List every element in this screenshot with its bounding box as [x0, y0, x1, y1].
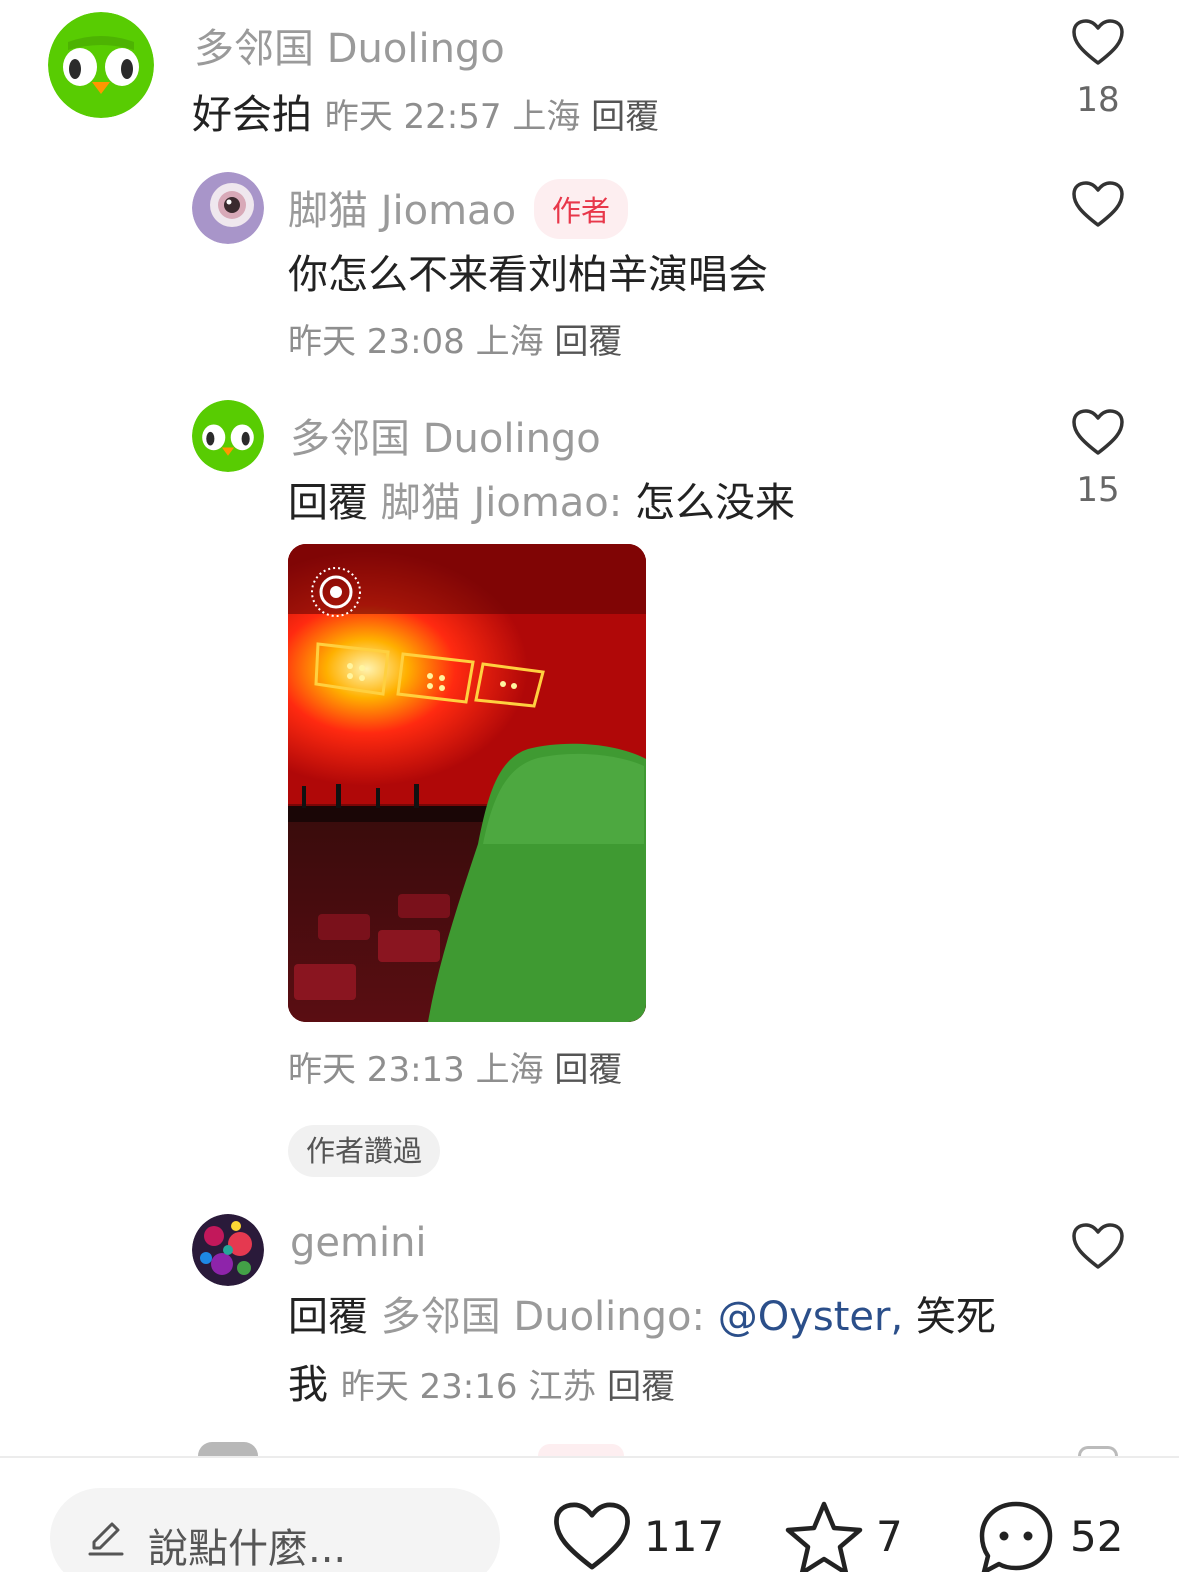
star-icon	[785, 1501, 863, 1572]
reply-link[interactable]: 回覆	[554, 1050, 622, 1090]
mention-link[interactable]: @Oyster,	[718, 1294, 903, 1340]
like-count: 18	[1076, 80, 1120, 120]
concert-photo-live-icon	[288, 544, 646, 1022]
comment-username[interactable]: 多邻国 Duolingo	[194, 16, 505, 74]
comment-text: 好会拍 昨天 22:57 上海 回覆	[192, 92, 660, 138]
heart-icon	[1072, 409, 1124, 455]
duolingo-owl-icon	[192, 400, 264, 472]
next-comment-avatar-peek	[198, 1442, 258, 1456]
eye-avatar-icon	[192, 172, 264, 244]
next-comment-badge-peek	[538, 1444, 624, 1456]
comment-input[interactable]: 說點什麼...	[50, 1488, 500, 1572]
like-button[interactable]: 18	[1068, 18, 1128, 120]
comment-meta: 昨天 23:13 上海 回覆	[288, 1050, 623, 1090]
author-praised-badge: 作者讚過	[288, 1125, 441, 1177]
avatar[interactable]	[48, 12, 154, 118]
like-button[interactable]	[1068, 1222, 1128, 1270]
comment-text: 回覆 脚猫 Jiomao: 怎么没来	[288, 480, 795, 526]
floral-avatar-icon	[192, 1214, 264, 1286]
avatar[interactable]	[192, 400, 264, 472]
reply-link[interactable]: 回覆	[554, 322, 622, 362]
speech-bubble-icon	[979, 1501, 1053, 1572]
heart-icon	[1072, 181, 1124, 227]
comment-text-continued: 我 昨天 23:16 江苏 回覆	[288, 1362, 676, 1408]
comments-button[interactable]: 52	[976, 1500, 1126, 1572]
comment-text: 回覆 多邻国 Duolingo: @Oyster, 笑死	[288, 1294, 996, 1340]
star-count: 7	[876, 1512, 903, 1561]
comment-username[interactable]: gemini	[290, 1220, 427, 1266]
like-count: 117	[644, 1512, 725, 1561]
comment-username[interactable]: 多邻国 Duolingo	[290, 406, 601, 464]
concert-photo[interactable]	[288, 544, 646, 1022]
reply-link[interactable]: 回覆	[591, 97, 659, 137]
reply-link[interactable]: 回覆	[607, 1367, 675, 1407]
comment-input-placeholder: 說點什麼...	[148, 1526, 347, 1572]
duolingo-owl-icon	[48, 12, 154, 118]
author-badge: 作者	[534, 179, 629, 239]
comment-count: 52	[1070, 1512, 1124, 1561]
like-post-button[interactable]: 117	[552, 1500, 724, 1572]
reply-target[interactable]: 脚猫 Jiomao:	[381, 480, 623, 526]
avatar[interactable]	[192, 172, 264, 244]
heart-icon	[554, 1502, 630, 1570]
avatar[interactable]	[192, 1214, 264, 1286]
comment-meta: 昨天 23:08 上海 回覆	[288, 322, 623, 362]
heart-icon	[1072, 1223, 1124, 1269]
pencil-icon	[88, 1522, 124, 1556]
comment-text: 你怎么不来看刘柏辛演唱会	[288, 252, 768, 298]
like-button[interactable]: 15	[1068, 408, 1128, 510]
like-button[interactable]	[1068, 180, 1128, 228]
comment-username[interactable]: 脚猫 Jiomao 作者	[288, 178, 629, 243]
favorite-button[interactable]: 7	[784, 1500, 904, 1572]
like-count: 15	[1076, 470, 1120, 510]
comment-meta: 昨天 22:57 上海 回覆	[324, 97, 660, 137]
bottom-action-bar: 說點什麼... 117 7 52	[0, 1458, 1179, 1572]
reply-target[interactable]: 多邻国 Duolingo:	[381, 1294, 705, 1340]
heart-icon	[1072, 19, 1124, 65]
comment-meta: 昨天 23:16 江苏 回覆	[340, 1367, 676, 1407]
next-comment-like-peek	[1078, 1446, 1118, 1456]
